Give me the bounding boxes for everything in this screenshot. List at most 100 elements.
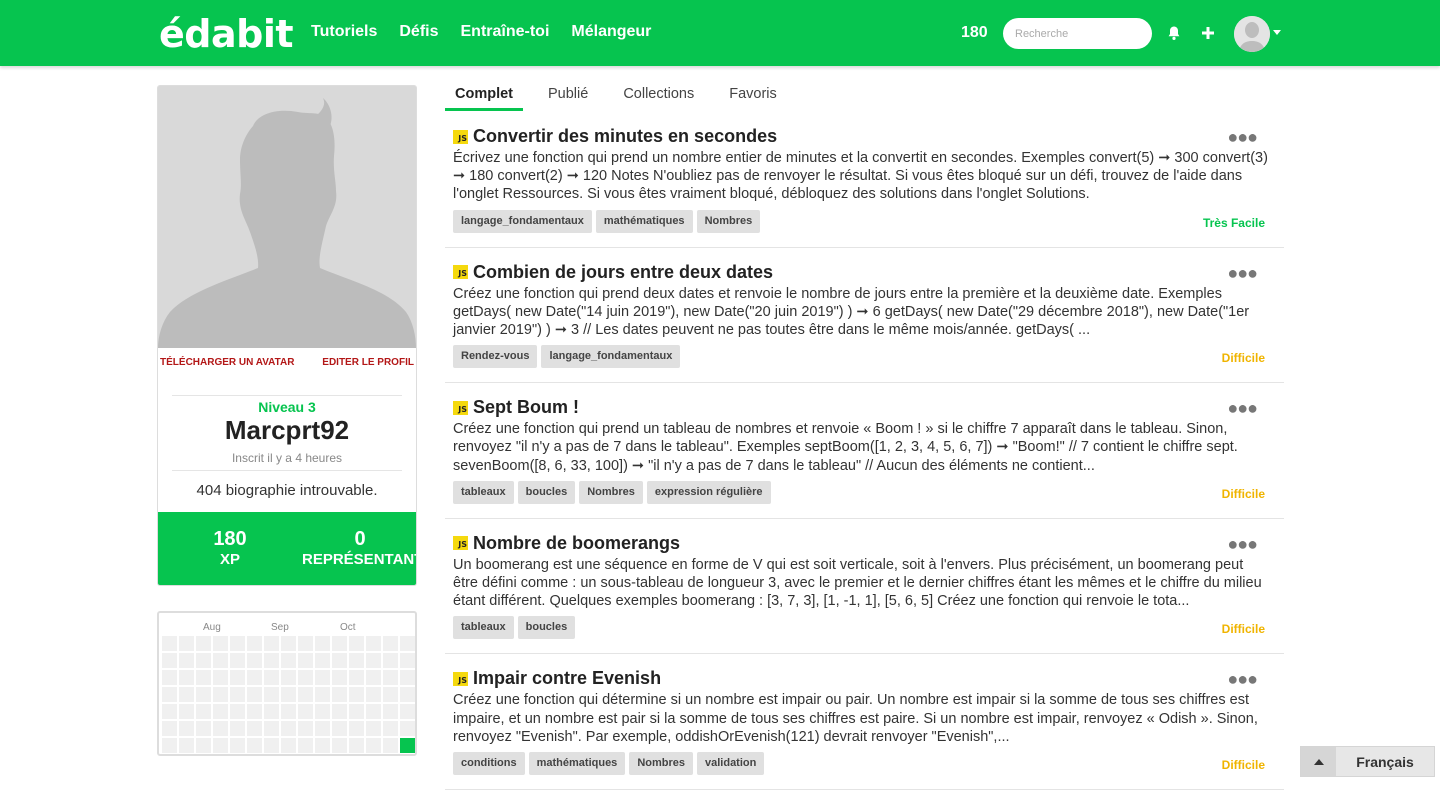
- tab-complete[interactable]: Complet: [445, 85, 523, 111]
- challenge-tag[interactable]: Rendez-vous: [453, 345, 538, 369]
- nav-practice[interactable]: Entraîne-toi: [461, 23, 550, 41]
- tab-published[interactable]: Publié: [538, 85, 598, 111]
- user-avatar[interactable]: [1234, 16, 1270, 52]
- challenge-title[interactable]: Sept Boum !: [473, 397, 579, 418]
- heatmap-cell: [179, 670, 194, 685]
- heatmap-cell: [196, 738, 211, 753]
- nav-shuffler[interactable]: Mélangeur: [571, 23, 651, 41]
- heatmap-cell: [383, 687, 398, 702]
- heatmap-month-label: Aug: [203, 622, 221, 633]
- profile-tabs: Complet Publié Collections Favoris: [445, 85, 802, 111]
- heatmap-cell: [196, 670, 211, 685]
- plus-icon[interactable]: [1200, 25, 1216, 41]
- challenge-tag[interactable]: conditions: [453, 752, 525, 776]
- heatmap-cell: [179, 636, 194, 651]
- user-level: Niveau 3: [258, 399, 316, 415]
- heatmap-cell: [332, 738, 347, 753]
- javascript-icon: JS: [453, 671, 468, 686]
- more-options-icon[interactable]: ●●●: [1227, 264, 1258, 282]
- profile-actions: TÉLÉCHARGER UN AVATAR EDITER LE PROFIL: [158, 352, 416, 374]
- heatmap-cell: [179, 738, 194, 753]
- heatmap-cell: [213, 670, 228, 685]
- tab-collections[interactable]: Collections: [613, 85, 704, 111]
- heatmap-cell: [281, 653, 296, 668]
- challenge-tag[interactable]: tableaux: [453, 616, 514, 640]
- challenge-item[interactable]: JS Sept Boum ! ●●● Créez une fonction qu…: [445, 383, 1284, 519]
- heatmap-cell: [383, 721, 398, 736]
- rep-label: REPRÉSENTANT: [302, 551, 417, 568]
- heatmap-cell: [247, 687, 262, 702]
- heatmap-cell: [332, 636, 347, 651]
- bell-icon[interactable]: [1166, 25, 1182, 41]
- tab-favorites[interactable]: Favoris: [719, 85, 787, 111]
- challenge-item[interactable]: JS Nombre de boomerangs ●●● Un boomerang…: [445, 519, 1284, 655]
- heatmap-cell: [366, 687, 381, 702]
- heatmap-cell: [349, 687, 364, 702]
- heatmap-cell: [179, 704, 194, 719]
- upload-avatar-link[interactable]: TÉLÉCHARGER UN AVATAR: [160, 357, 294, 368]
- challenge-title[interactable]: Nombre de boomerangs: [473, 533, 680, 554]
- challenge-tag[interactable]: boucles: [517, 616, 576, 640]
- header-xp-count: 180: [961, 24, 988, 41]
- heatmap-cell: [281, 670, 296, 685]
- challenge-tag[interactable]: mathématiques: [595, 209, 693, 233]
- heatmap-cell: [230, 721, 245, 736]
- heatmap-cell: [366, 670, 381, 685]
- xp-label: XP: [219, 551, 240, 568]
- heatmap-cell-active: [400, 738, 415, 753]
- heatmap-cell: [247, 721, 262, 736]
- more-options-icon[interactable]: ●●●: [1227, 399, 1258, 417]
- heatmap-cell: [247, 636, 262, 651]
- challenge-tag[interactable]: langage_fondamentaux: [453, 209, 592, 233]
- heatmap-cell: [162, 670, 177, 685]
- more-options-icon[interactable]: ●●●: [1227, 535, 1258, 553]
- difficulty-label: Difficile: [1221, 622, 1265, 637]
- challenge-tag[interactable]: Nombres: [696, 209, 761, 233]
- heatmap-cell: [400, 636, 415, 651]
- challenge-title[interactable]: Convertir des minutes en secondes: [473, 126, 777, 147]
- heatmap-cell: [383, 704, 398, 719]
- nav-tutorials[interactable]: Tutoriels: [311, 23, 377, 41]
- more-options-icon[interactable]: ●●●: [1227, 128, 1258, 146]
- challenge-title[interactable]: Combien de jours entre deux dates: [473, 262, 773, 283]
- more-options-icon[interactable]: ●●●: [1227, 670, 1258, 688]
- heatmap-cell: [179, 721, 194, 736]
- challenge-tag[interactable]: Nombres: [579, 480, 643, 504]
- challenge-tag[interactable]: validation: [697, 752, 765, 776]
- language-toggle[interactable]: [1301, 747, 1336, 776]
- heatmap-cell: [162, 636, 177, 651]
- chevron-down-icon[interactable]: [1273, 30, 1281, 35]
- heatmap-cell: [162, 704, 177, 719]
- heatmap-cell: [400, 704, 415, 719]
- challenge-tag[interactable]: tableaux: [453, 480, 514, 504]
- challenge-item[interactable]: JS Convertir des minutes en secondes ●●●…: [445, 112, 1284, 248]
- activity-heatmap: Aug Sep Oct: [157, 611, 417, 756]
- challenge-tag[interactable]: langage_fondamentaux: [541, 345, 681, 369]
- challenge-description: Écrivez une fonction qui prend un nombre…: [453, 150, 1268, 203]
- heatmap-cell: [281, 721, 296, 736]
- challenge-title[interactable]: Impair contre Evenish: [473, 668, 661, 689]
- search-input[interactable]: [1003, 18, 1152, 49]
- nav-challenges[interactable]: Défis: [399, 23, 438, 41]
- challenge-description: Un boomerang est une séquence en forme d…: [453, 556, 1262, 610]
- edabit-logo[interactable]: édabit: [159, 12, 294, 56]
- challenge-tag[interactable]: mathématiques: [528, 752, 626, 776]
- heatmap-cell: [247, 653, 262, 668]
- language-label: Français: [1356, 753, 1414, 770]
- heatmap-cell: [230, 653, 245, 668]
- challenge-description: Créez une fonction qui prend un tableau …: [453, 421, 1238, 474]
- challenge-tag[interactable]: boucles: [517, 480, 576, 504]
- heatmap-cell: [366, 704, 381, 719]
- challenge-item[interactable]: JS Impair contre Evenish ●●● Créez une f…: [445, 654, 1284, 790]
- heatmap-cell: [349, 721, 364, 736]
- challenge-tag[interactable]: Nombres: [629, 752, 693, 776]
- edit-profile-link[interactable]: EDITER LE PROFIL: [322, 357, 414, 368]
- heatmap-cell: [264, 636, 279, 651]
- challenge-item[interactable]: JS Combien de jours entre deux dates ●●●…: [445, 248, 1284, 384]
- heatmap-cell: [179, 687, 194, 702]
- language-selector[interactable]: Français: [1300, 746, 1435, 777]
- heatmap-cell: [196, 636, 211, 651]
- rep-value: 0: [354, 528, 366, 550]
- heatmap-cell: [400, 687, 415, 702]
- challenge-tag[interactable]: expression régulière: [646, 480, 771, 504]
